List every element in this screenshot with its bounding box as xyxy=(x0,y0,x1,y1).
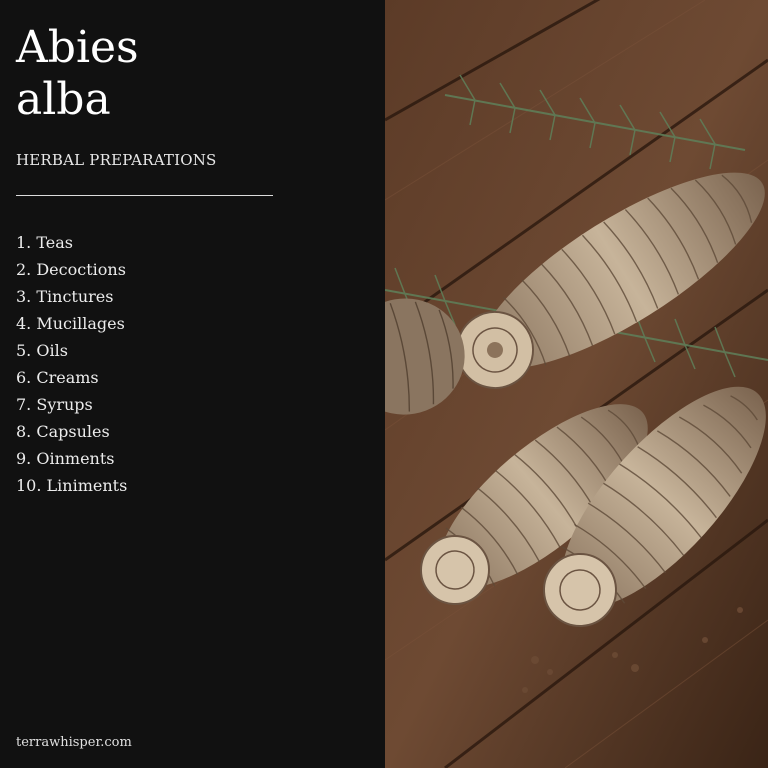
list-item: 6. Creams xyxy=(16,368,99,387)
page: Abies alba HERBAL PREPARATIONS 1. Teas 2… xyxy=(0,0,768,768)
list-item: 1. Teas xyxy=(16,233,73,252)
list-item: 7. Syrups xyxy=(16,395,93,414)
list-item: 2. Decoctions xyxy=(16,260,126,279)
subtitle: HERBAL PREPARATIONS xyxy=(16,151,217,169)
page-title: Abies alba xyxy=(16,22,139,126)
list-item: 4. Mucillages xyxy=(16,314,125,333)
list-item: 3. Tinctures xyxy=(16,287,114,306)
list-item: 8. Capsules xyxy=(16,422,110,441)
title-line-2: alba xyxy=(16,74,111,125)
title-line-1: Abies xyxy=(16,22,139,73)
divider xyxy=(16,195,273,196)
fir-cones-illustration xyxy=(385,0,768,768)
text-panel: Abies alba HERBAL PREPARATIONS 1. Teas 2… xyxy=(0,0,385,768)
list-item: 10. Liniments xyxy=(16,476,128,495)
website-footer: terrawhisper.com xyxy=(16,735,132,750)
list-item: 5. Oils xyxy=(16,341,68,360)
fir-cones-photo xyxy=(385,0,768,768)
list-item: 9. Oinments xyxy=(16,449,115,468)
preparations-list: 1. Teas 2. Decoctions 3. Tinctures 4. Mu… xyxy=(16,229,127,499)
